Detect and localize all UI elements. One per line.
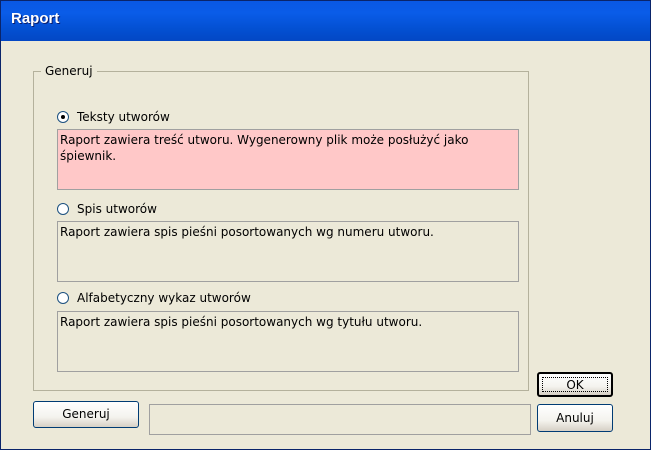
radio-song-list[interactable]: Spis utworów bbox=[57, 201, 157, 217]
generate-button[interactable]: Generuj bbox=[33, 401, 139, 428]
title-bar[interactable]: Raport bbox=[1, 1, 650, 41]
alphabetical-list-description: Raport zawiera spis pieśni posortowanych… bbox=[57, 311, 519, 372]
song-list-description: Raport zawiera spis pieśni posortowanych… bbox=[57, 221, 519, 282]
radio-song-texts[interactable]: Teksty utworów bbox=[57, 109, 170, 125]
radio-button-icon[interactable] bbox=[57, 292, 69, 304]
radio-song-texts-label: Teksty utworów bbox=[77, 110, 170, 124]
ok-button[interactable]: OK bbox=[537, 372, 613, 397]
window-title: Raport bbox=[11, 10, 60, 27]
progress-bar bbox=[149, 404, 531, 435]
groupbox-label: Generuj bbox=[41, 64, 97, 78]
song-texts-description: Raport zawiera treść utworu. Wygenerowny… bbox=[57, 129, 519, 190]
radio-song-list-label: Spis utworów bbox=[77, 202, 157, 216]
report-dialog: Raport Generuj Teksty utworów Raport zaw… bbox=[0, 0, 651, 450]
radio-button-icon[interactable] bbox=[57, 111, 69, 123]
radio-alphabetical-list-label: Alfabetyczny wykaz utworów bbox=[77, 291, 251, 305]
cancel-button[interactable]: Anuluj bbox=[537, 404, 613, 432]
radio-button-icon[interactable] bbox=[57, 203, 69, 215]
dialog-client-area: Generuj Teksty utworów Raport zawiera tr… bbox=[5, 41, 646, 447]
radio-alphabetical-list[interactable]: Alfabetyczny wykaz utworów bbox=[57, 290, 251, 306]
